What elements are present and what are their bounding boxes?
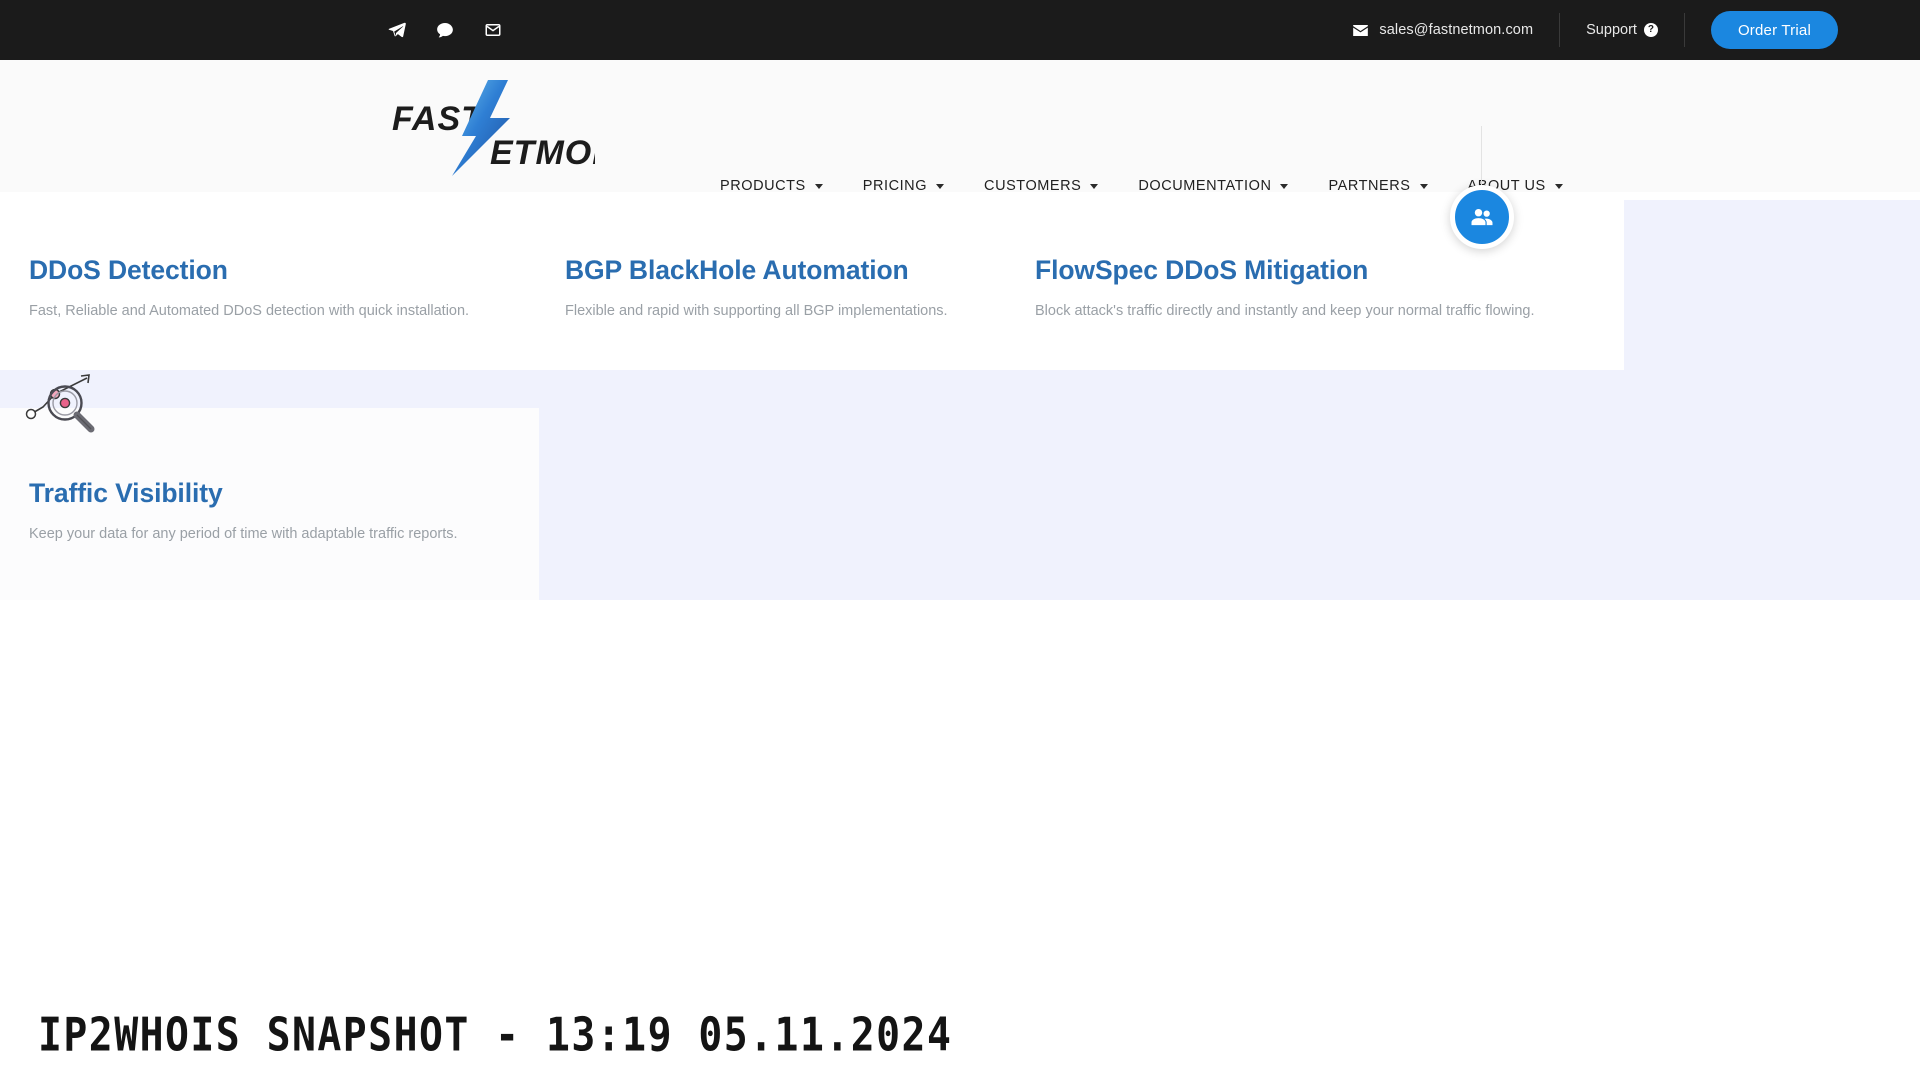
feature-card-flowspec-mitigation[interactable]: FlowSpec DDoS Mitigation Block attack's … bbox=[1035, 255, 1535, 323]
topbar-divider-2 bbox=[1683, 13, 1685, 47]
traffic-visibility-icon bbox=[25, 370, 105, 438]
nav-item-partners[interactable]: PARTNERS bbox=[1308, 178, 1447, 194]
community-users-button[interactable] bbox=[1450, 185, 1514, 249]
card-description: Fast, Reliable and Automated DDoS detect… bbox=[29, 302, 470, 319]
site-header: FAST ETMON PRODUCTS PRICING CUSTOMERS DO… bbox=[0, 60, 1920, 194]
card-description: Block attack's traffic directly and inst… bbox=[1035, 302, 1535, 319]
nav-label: PRICING bbox=[862, 178, 928, 194]
top-utility-bar: sales@fastnetmon.com Support ? Order Tri… bbox=[0, 0, 1920, 60]
nav-item-customers[interactable]: CUSTOMERS bbox=[964, 178, 1118, 194]
card-description: Flexible and rapid with supporting all B… bbox=[565, 302, 948, 319]
nav-label: PARTNERS bbox=[1328, 178, 1411, 194]
card-description: Keep your data for any period of time wi… bbox=[29, 525, 458, 542]
chevron-down-icon bbox=[1419, 183, 1428, 189]
feature-card-bgp-blackhole[interactable]: BGP BlackHole Automation Flexible and ra… bbox=[565, 255, 948, 323]
topbar-right-group: sales@fastnetmon.com Support ? Order Tri… bbox=[1353, 0, 1920, 60]
contact-email-text: sales@fastnetmon.com bbox=[1379, 22, 1534, 38]
nav-label: PRODUCTS bbox=[720, 178, 806, 194]
users-group-icon bbox=[1471, 208, 1493, 226]
nav-label: CUSTOMERS bbox=[984, 178, 1082, 194]
card-title: Traffic Visibility bbox=[29, 478, 223, 508]
chat-icon[interactable] bbox=[436, 21, 454, 39]
features-band-top-right-fill bbox=[1624, 200, 1920, 370]
nav-item-documentation[interactable]: DOCUMENTATION bbox=[1118, 178, 1308, 194]
card-title: BGP BlackHole Automation bbox=[565, 255, 909, 285]
header-vertical-divider bbox=[1481, 126, 1482, 193]
snapshot-watermark: IP2WHOIS SNAPSHOT - 13:19 05.11.2024 bbox=[38, 1008, 953, 1062]
fastnetmon-logo[interactable]: FAST ETMON bbox=[390, 78, 595, 178]
feature-card-ddos-detection[interactable]: DDoS Detection Fast, Reliable and Automa… bbox=[29, 255, 469, 323]
question-mark-icon: ? bbox=[1643, 23, 1658, 37]
card-title: DDoS Detection bbox=[29, 255, 228, 285]
chevron-down-icon bbox=[1090, 183, 1099, 189]
order-trial-button[interactable]: Order Trial bbox=[1710, 11, 1838, 49]
main-navigation: PRODUCTS PRICING CUSTOMERS DOCUMENTATION… bbox=[700, 178, 1583, 194]
feature-card-traffic-visibility[interactable]: Traffic Visibility Keep your data for an… bbox=[29, 478, 458, 546]
chevron-down-icon bbox=[1280, 183, 1289, 189]
support-link[interactable]: Support ? bbox=[1560, 22, 1684, 38]
nav-label: DOCUMENTATION bbox=[1138, 178, 1272, 194]
svg-text:ETMON: ETMON bbox=[490, 134, 595, 172]
telegram-icon[interactable] bbox=[388, 21, 406, 39]
nav-item-products[interactable]: PRODUCTS bbox=[700, 178, 843, 194]
card-title: FlowSpec DDoS Mitigation bbox=[1035, 255, 1369, 285]
chevron-down-icon bbox=[1554, 183, 1563, 189]
contact-email[interactable]: sales@fastnetmon.com bbox=[1353, 22, 1559, 38]
chevron-down-icon bbox=[936, 183, 945, 189]
chevron-down-icon bbox=[814, 183, 823, 189]
mail-icon[interactable] bbox=[484, 21, 502, 39]
social-links bbox=[388, 0, 502, 60]
nav-item-pricing[interactable]: PRICING bbox=[843, 178, 964, 194]
envelope-icon bbox=[1353, 24, 1369, 36]
support-label: Support bbox=[1586, 22, 1637, 38]
